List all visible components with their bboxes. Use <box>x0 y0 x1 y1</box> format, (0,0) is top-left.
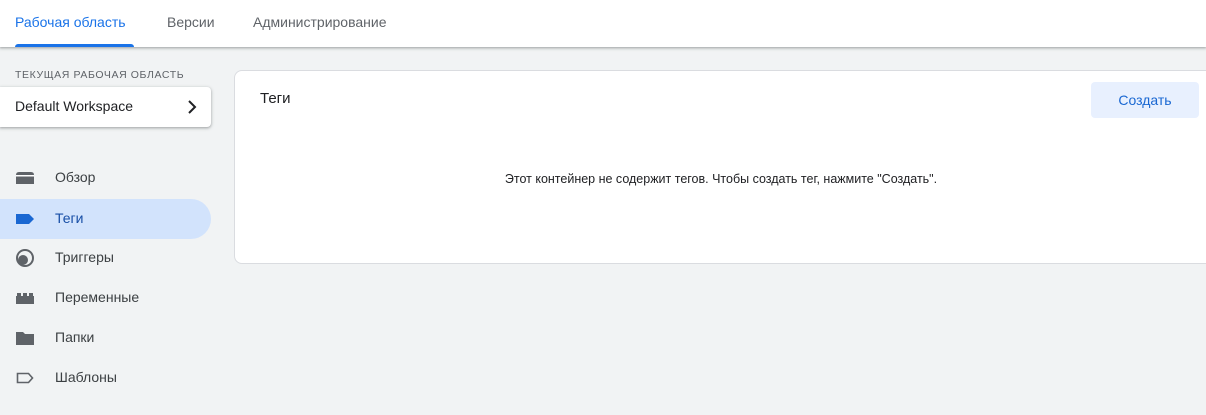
create-tag-button[interactable]: Создать <box>1091 82 1199 118</box>
sidebar-item-label: Теги <box>55 210 84 226</box>
chevron-right-icon <box>188 100 197 114</box>
overview-icon <box>16 172 34 184</box>
tab-versions[interactable]: Версии <box>167 0 215 47</box>
sidebar-item-folders[interactable]: Папки <box>0 318 211 358</box>
tag-icon <box>16 214 34 224</box>
template-icon <box>16 372 34 384</box>
sidebar-item-label: Папки <box>55 329 95 345</box>
sidebar-item-templates[interactable]: Шаблоны <box>0 358 211 398</box>
tab-admin-label: Администрирование <box>253 14 387 30</box>
tags-panel: Теги Создать Этот контейнер не содержит … <box>234 70 1206 264</box>
sidebar-item-label: Триггеры <box>55 249 114 265</box>
sidebar-item-label: Переменные <box>55 289 140 305</box>
workspace-selector[interactable]: Default Workspace <box>0 87 211 127</box>
sidebar-item-label: Обзор <box>55 169 96 185</box>
tab-workspace[interactable]: Рабочая область <box>15 0 134 47</box>
tab-versions-label: Версии <box>167 14 215 30</box>
workspace-name: Default Workspace <box>15 98 134 114</box>
sidebar-item-tags[interactable]: Теги <box>0 199 211 239</box>
sidebar-item-label: Шаблоны <box>55 369 117 385</box>
sidebar-item-variables[interactable]: Переменные <box>0 278 211 318</box>
sidebar-item-overview[interactable]: Обзор <box>0 158 211 198</box>
variables-icon <box>16 293 34 304</box>
tab-workspace-label: Рабочая область <box>15 14 126 30</box>
trigger-icon <box>16 249 34 267</box>
current-workspace-caption: ТЕКУЩАЯ РАБОЧАЯ ОБЛАСТЬ <box>15 69 185 81</box>
panel-title: Теги <box>260 90 291 107</box>
top-nav-bar: Рабочая область Версии Администрирование <box>0 0 1206 47</box>
empty-state-message: Этот контейнер не содержит тегов. Чтобы … <box>504 172 938 186</box>
tab-admin[interactable]: Администрирование <box>253 0 387 47</box>
active-tab-indicator <box>15 44 134 47</box>
folder-icon <box>16 332 34 345</box>
sidebar-item-triggers[interactable]: Триггеры <box>0 238 211 278</box>
